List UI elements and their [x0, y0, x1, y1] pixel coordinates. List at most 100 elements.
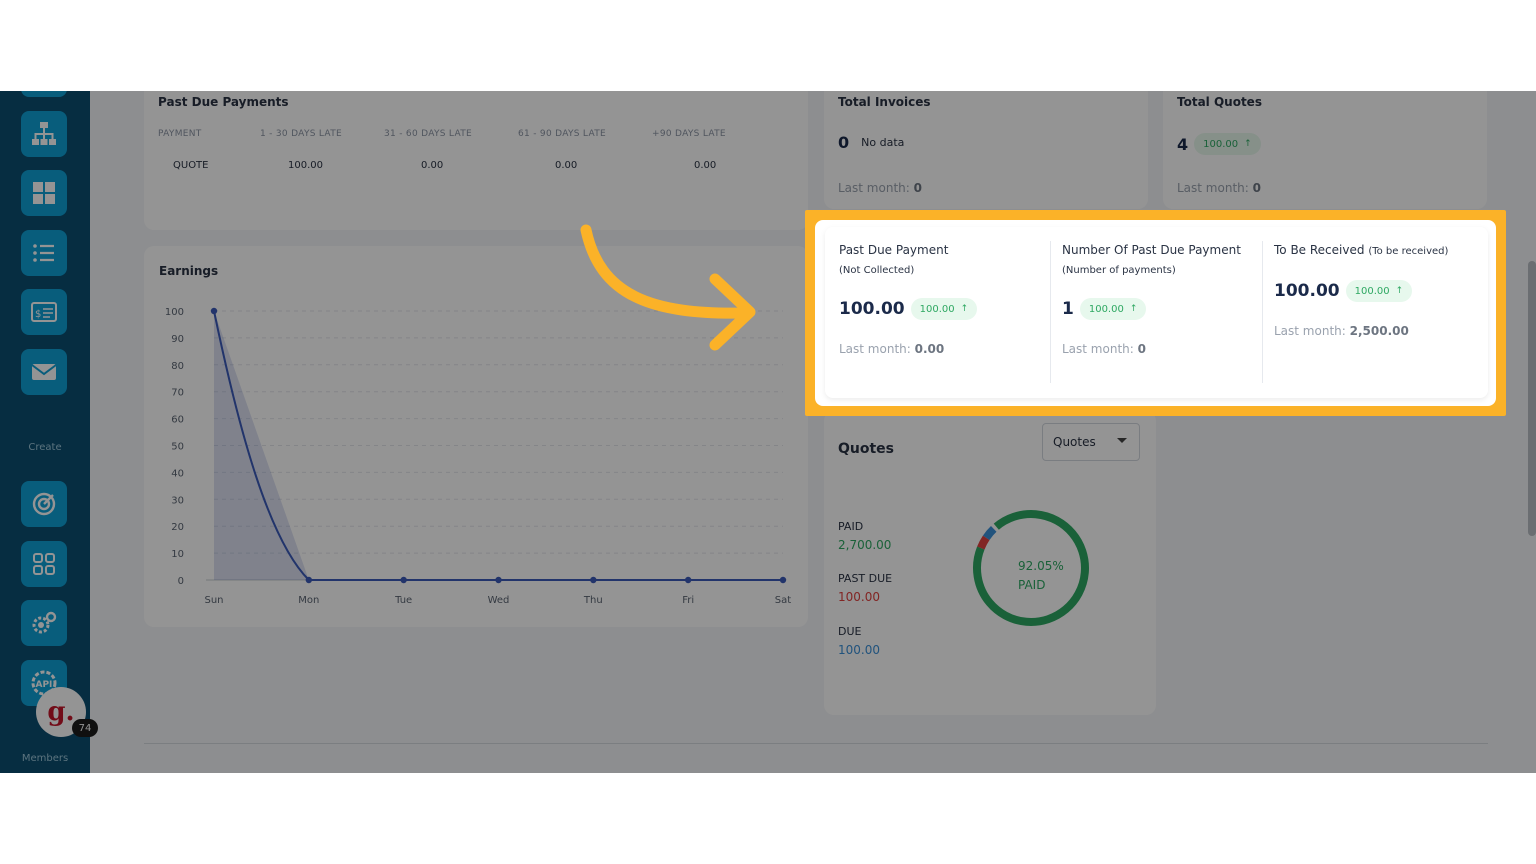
to-be-received-last-month: Last month: 2,500.00 [1274, 324, 1409, 338]
pointer-arrow-icon [580, 224, 756, 351]
sidebar-item-target[interactable] [21, 481, 67, 527]
y-tick-label: 10 [171, 549, 184, 560]
total-quotes-last-month: Last month: 0 [1177, 181, 1261, 195]
sidebar-item-dashboard[interactable] [21, 170, 67, 216]
to-be-received-pill: 100.00 ↑ [1345, 280, 1413, 302]
past-due-payments-card: Past Due Payments PAYMENT 1 - 30 DAYS LA… [144, 91, 808, 230]
quotes-title: Quotes [838, 441, 895, 457]
sidebar: $ Create API Members [0, 91, 90, 773]
y-tick-label: 0 [178, 576, 184, 587]
grid-icon [33, 182, 55, 204]
arrow-up-icon: ↑ [960, 304, 969, 314]
x-tick-label: Thu [583, 595, 603, 606]
total-invoices-last-month: Last month: 0 [838, 181, 922, 195]
invoice-icon: $ [31, 302, 57, 322]
y-tick-label: 90 [171, 334, 184, 345]
number-past-due-sub: (Number of payments) [1062, 265, 1176, 276]
total-invoices-note: No data [861, 136, 905, 149]
table-cell: 0.00 [421, 160, 444, 171]
mail-icon [31, 364, 57, 380]
y-tick-label: 60 [171, 415, 184, 426]
sidebar-item-mail[interactable] [21, 349, 67, 395]
data-point [495, 576, 502, 584]
y-tick-label: 100 [165, 307, 184, 318]
table-header: +90 DAYS LATE [652, 129, 726, 139]
x-tick-label: Mon [298, 595, 319, 606]
past-due-label: PAST DUE [838, 572, 893, 585]
x-tick-label: Wed [488, 595, 510, 606]
sidebar-members-label: Members [21, 753, 69, 764]
quotes-card: Quotes Quotes PAID 2,700.00 PAST DUE 100… [824, 411, 1156, 715]
app-stage: $ Create API Members g. 74 Past Due Paym… [0, 91, 1536, 773]
x-tick-label: Sun [204, 595, 223, 606]
total-invoices-card: Total Invoices 0 No data Last month: 0 [824, 91, 1148, 209]
table-cell: 0.00 [694, 160, 717, 171]
quotes-select-value: Quotes [1053, 435, 1096, 449]
y-tick-label: 30 [171, 495, 184, 506]
past-due-payment-value: 100.00 [839, 299, 905, 319]
quotes-select[interactable]: Quotes [1042, 423, 1140, 461]
past-due-payment-pill: 100.00 ↑ [910, 298, 978, 320]
due-value: 100.00 [838, 643, 880, 657]
x-tick-label: Tue [394, 595, 412, 606]
total-invoices-value: 0 [838, 133, 850, 152]
to-be-received-value: 100.00 [1274, 281, 1340, 301]
arrow-up-icon: ↑ [1129, 304, 1138, 314]
data-point [779, 576, 787, 584]
y-tick-label: 40 [171, 468, 184, 479]
data-point [210, 307, 218, 315]
past-due-value: 100.00 [838, 590, 880, 604]
column-divider [1262, 241, 1263, 383]
total-quotes-card: Total Quotes 4 100.00 ↑ Last month: 0 [1163, 91, 1487, 209]
sidebar-create-label: Create [28, 442, 62, 453]
sidebar-item-list[interactable] [21, 230, 67, 276]
sidebar-item-settings[interactable] [21, 600, 67, 646]
sidebar-item-apps[interactable] [21, 541, 67, 587]
to-be-received-title: To Be Received (To be received) [1274, 243, 1449, 257]
table-cell: 0.00 [555, 160, 578, 171]
apps-icon [33, 553, 55, 575]
table-cell: QUOTE [173, 160, 209, 171]
number-past-due-column: Number Of Past Due Payment (Number of pa… [1062, 243, 1262, 414]
to-be-received-column: To Be Received (To be received) 100.00 1… [1274, 243, 1484, 414]
notification-badge: 74 [72, 719, 98, 737]
x-tick-label: Sat [775, 595, 791, 606]
data-point [684, 576, 692, 584]
page-scrollbar[interactable] [1528, 261, 1536, 536]
y-tick-label: 80 [171, 361, 184, 372]
total-invoices-title: Total Invoices [838, 95, 931, 109]
summary-card-wrapper: Past Due Payment (Not Collected) 100.00 … [815, 220, 1496, 406]
data-point [590, 576, 597, 584]
sidebar-item-top[interactable] [21, 91, 67, 97]
table-header: 31 - 60 DAYS LATE [384, 129, 472, 139]
past-due-payment-last-month: Last month: 0.00 [839, 342, 945, 356]
gears-icon [32, 611, 57, 634]
number-past-due-value: 1 [1062, 299, 1074, 319]
data-point [400, 576, 407, 584]
table-header: 61 - 90 DAYS LATE [518, 129, 606, 139]
donut-percent: 92.05% [1018, 559, 1064, 573]
hierarchy-icon [32, 122, 56, 145]
donut-label: PAID [1018, 578, 1046, 592]
number-past-due-last-month: Last month: 0 [1062, 342, 1146, 356]
column-divider [1050, 241, 1051, 383]
data-point [305, 576, 313, 584]
sidebar-item-invoices[interactable]: $ [21, 289, 67, 335]
number-past-due-title: Number Of Past Due Payment [1062, 243, 1241, 257]
past-due-payment-title: Past Due Payment [839, 243, 949, 257]
sidebar-item-hierarchy[interactable] [21, 111, 67, 157]
paid-value: 2,700.00 [838, 538, 892, 552]
total-quotes-title: Total Quotes [1177, 95, 1262, 109]
paid-label: PAID [838, 520, 864, 533]
arrow-up-icon: ↑ [1395, 286, 1404, 296]
past-due-payment-sub: (Not Collected) [839, 265, 915, 276]
due-label: DUE [838, 625, 862, 638]
past-due-payment-column: Past Due Payment (Not Collected) 100.00 … [839, 243, 1039, 414]
summary-card: Past Due Payment (Not Collected) 100.00 … [825, 227, 1488, 398]
y-tick-label: 20 [171, 522, 184, 533]
svg-text:$: $ [35, 309, 41, 320]
table-header: PAYMENT [158, 129, 202, 139]
total-quotes-pill: 100.00 ↑ [1194, 133, 1261, 155]
total-quotes-value: 4 [1177, 134, 1189, 154]
y-tick-label: 70 [171, 388, 184, 399]
